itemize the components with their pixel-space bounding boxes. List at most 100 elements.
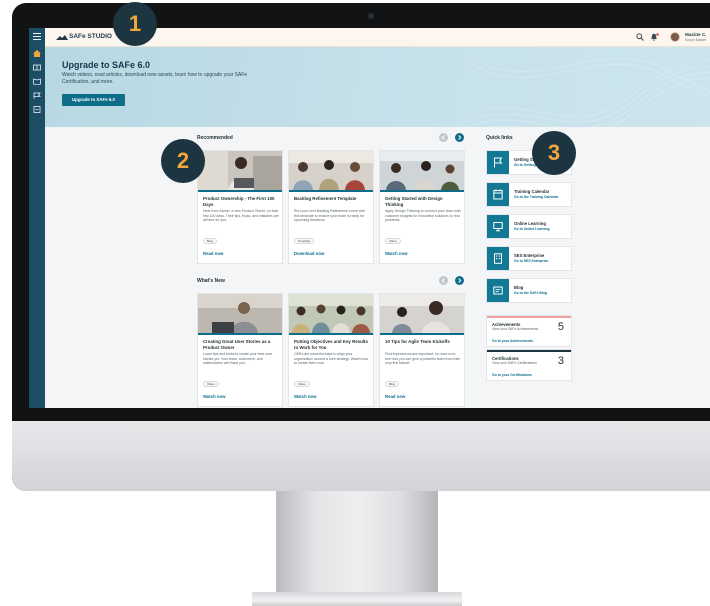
achievements-subtitle: View your SAFe Achievements: [492, 327, 539, 331]
card-link[interactable]: Watch now: [294, 394, 317, 399]
camera-dot: [368, 13, 374, 19]
quick-link-url[interactable]: Go to Online Learning: [514, 227, 550, 231]
quick-link-url[interactable]: Go to the SAFe Blog: [514, 291, 547, 295]
achievements-link[interactable]: Go to your Achievements: [492, 339, 533, 343]
card-title: Creating Great User Stories as a Product…: [203, 339, 271, 350]
upgrade-banner: Upgrade to SAFe 6.0 Watch videos, read a…: [45, 47, 710, 127]
card-description: OKRs are powerful ways to align your org…: [294, 352, 368, 365]
blog-icon: [487, 279, 509, 302]
recommended-card-2[interactable]: Backlog Refinement Template Run your nex…: [288, 150, 374, 264]
recommended-heading: Recommended: [197, 135, 233, 141]
quick-link-title: Blog: [514, 285, 524, 290]
quick-link-ses-enterprise[interactable]: SES Enterprise Go to SES Enterprise: [486, 246, 572, 271]
certifications-accent-bar: [487, 350, 571, 352]
main-content: Recommended Product Ownership - The Firs…: [45, 127, 710, 408]
card-image-team-kickoff: [380, 294, 464, 333]
document-icon[interactable]: [33, 106, 41, 113]
monitor: SAFe STUDIO Maxine C. Scrum Master Upgra…: [12, 3, 710, 491]
certifications-count: 3: [557, 355, 564, 367]
card-title: Backlog Refinement Template: [294, 196, 357, 201]
nav-rail: [29, 28, 45, 408]
quick-link-training-calendar[interactable]: Training Calendar Go to the Training Cal…: [486, 182, 572, 207]
card-title: Product Ownership - The First 100 Days: [203, 196, 275, 207]
card-accent-bar: [198, 333, 282, 335]
card-image-team-meeting: [289, 151, 373, 190]
achievements-card[interactable]: Achievements View your SAFe Achievements…: [486, 315, 572, 347]
whats-new-card-2[interactable]: Putting Objectives and Key Results to Wo…: [288, 293, 374, 407]
card-accent-bar: [289, 190, 373, 192]
card-link[interactable]: Watch now: [203, 394, 226, 399]
quick-links-heading: Quick links: [486, 135, 513, 141]
card-image-design-thinking: [380, 151, 464, 190]
card-tag: Video: [203, 381, 219, 387]
user-role: Scrum Master: [685, 38, 707, 42]
card-accent-bar: [198, 190, 282, 192]
monitor-stand-base: [252, 592, 462, 606]
home-icon[interactable]: [33, 50, 41, 57]
menu-icon[interactable]: [33, 33, 41, 40]
card-tag: Video: [385, 238, 401, 244]
card-tag: Template: [294, 238, 315, 244]
whats-new-card-1[interactable]: Creating Great User Stories as a Product…: [197, 293, 283, 407]
book-icon[interactable]: [33, 78, 41, 85]
quick-link-online-learning[interactable]: Online Learning Go to Online Learning: [486, 214, 572, 239]
quick-link-title: Online Learning: [514, 221, 546, 226]
card-description: Apply Design Thinking to connect your te…: [385, 209, 461, 222]
banner-description: Watch videos, read articles, download ne…: [62, 72, 248, 85]
card-description: First impressions are important, so read…: [385, 352, 461, 365]
building-icon: [487, 247, 509, 270]
quick-link-url[interactable]: Go to the Training Calendar: [514, 195, 558, 199]
notifications-bell-icon[interactable]: [650, 33, 659, 43]
whats-new-card-3[interactable]: 10 Tips for Agile Team Kickoffs First im…: [379, 293, 465, 407]
flag-icon[interactable]: [33, 92, 41, 99]
card-accent-bar: [380, 190, 464, 192]
banner-wave-pattern: [450, 56, 710, 127]
callout-badge-2: 2: [161, 139, 205, 183]
monitor-stand-neck: [276, 489, 438, 597]
banner-title: Upgrade to SAFe 6.0: [62, 60, 151, 70]
screen: SAFe STUDIO Maxine C. Scrum Master Upgra…: [29, 28, 710, 408]
card-link[interactable]: Watch now: [385, 251, 408, 256]
monitor-chin: [12, 421, 710, 491]
search-icon[interactable]: [636, 33, 644, 43]
user-avatar[interactable]: [670, 32, 680, 42]
card-tag: Blog: [203, 238, 218, 244]
card-description: Run your next Backlog Refinement event w…: [294, 209, 365, 222]
whats-new-next-button[interactable]: [455, 276, 464, 285]
certifications-subtitle: View your SAFe Certifications: [492, 361, 537, 365]
card-description: Learn tips and tricks to create your bes…: [203, 352, 273, 365]
whats-new-prev-button[interactable]: [439, 276, 448, 285]
card-tag: Blog: [385, 381, 400, 387]
user-name[interactable]: Maxine C.: [685, 32, 706, 37]
card-tag: Video: [294, 381, 310, 387]
flag-icon: [487, 151, 509, 174]
monitor-icon: [487, 215, 509, 238]
cards-icon[interactable]: [33, 64, 41, 71]
app-logo-text[interactable]: SAFe STUDIO: [69, 33, 112, 40]
quick-link-blog[interactable]: Blog Go to the SAFe Blog: [486, 278, 572, 303]
card-title: Putting Objectives and Key Results to Wo…: [294, 339, 368, 350]
card-accent-bar: [380, 333, 464, 335]
recommended-card-3[interactable]: Getting Started with Design Thinking App…: [379, 150, 465, 264]
certifications-card[interactable]: Certifications View your SAFe Certificat…: [486, 349, 572, 381]
whats-new-heading: What's New: [197, 278, 225, 284]
card-image-man-laptop: [198, 294, 282, 333]
certifications-link[interactable]: Go to your Certifications: [492, 373, 532, 377]
recommended-prev-button[interactable]: [439, 133, 448, 142]
achievements-accent-bar: [487, 316, 571, 318]
upgrade-button[interactable]: Upgrade to SAFe 6.0: [62, 94, 125, 106]
card-title: Getting Started with Design Thinking: [385, 196, 443, 207]
card-description: Hear from Jackie, a new Product Owner, o…: [203, 209, 279, 222]
card-link[interactable]: Download now: [294, 251, 324, 256]
recommended-card-1[interactable]: Product Ownership - The First 100 Days H…: [197, 150, 283, 264]
achievements-count: 5: [557, 321, 564, 333]
quick-link-title: SES Enterprise: [514, 253, 545, 258]
quick-link-url[interactable]: Go to SES Enterprise: [514, 259, 548, 263]
callout-badge-3: 3: [532, 131, 576, 175]
callout-badge-1: 1: [113, 2, 157, 46]
quick-link-title: Training Calendar: [514, 189, 550, 194]
calendar-icon: [487, 183, 509, 206]
recommended-next-button[interactable]: [455, 133, 464, 142]
card-link[interactable]: Read now: [203, 251, 223, 256]
card-link[interactable]: Read now: [385, 394, 405, 399]
